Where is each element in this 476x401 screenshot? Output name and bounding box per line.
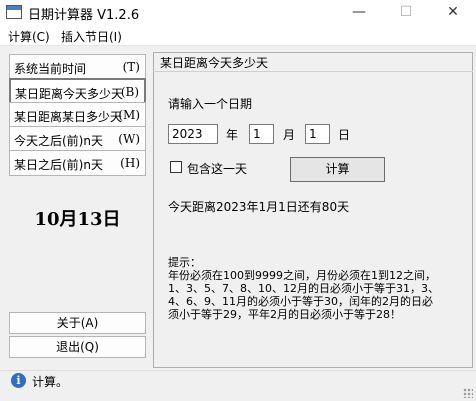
nav-n-days-from-today-button[interactable]: 今天之后(前)n天 (W) (9, 126, 146, 152)
window-title: 日期计算器 V1.2.6 (28, 8, 140, 23)
panel-title: 某日距离今天多少天 (158, 54, 271, 71)
nav-date-to-today-button[interactable]: 某日距离今天多少天 (B) (9, 78, 146, 104)
year-input[interactable]: 2023 (168, 124, 218, 144)
menu-insert-holiday[interactable]: 插入节日(I) (61, 28, 122, 45)
nav-label: 某日距离某日多少天 (14, 110, 123, 124)
nav-shortcut: (H) (120, 156, 140, 170)
status-bar (0, 370, 476, 401)
hint-line: 年份必须在100到9999之间，月份必须在1到12之间， (168, 269, 436, 282)
close-icon[interactable]: ✕ (430, 0, 476, 24)
menu-calculate[interactable]: 计算(C) (8, 28, 50, 45)
exit-button[interactable]: 退出(Q) (9, 336, 146, 358)
nav-label: 某日之后(前)n天 (14, 158, 103, 172)
nav-label: 系统当前时间 (14, 62, 87, 76)
hint-line: 须小于等于29，平年2月的日必须小于等于28！ (168, 308, 401, 321)
calculate-button[interactable]: 计算 (290, 157, 385, 182)
today-date-display: 10月13日 (34, 209, 121, 230)
nav-shortcut: (W) (118, 132, 140, 146)
include-day-label: 包含这一天 (187, 162, 248, 176)
result-text: 今天距离2023年1月1日还有80天 (168, 200, 350, 214)
month-input[interactable]: 1 (249, 124, 274, 144)
nav-shortcut: (B) (120, 85, 139, 99)
hint-line: 4、6、9、11月的必须小于等于30，闰年的2月的日必 (168, 295, 433, 308)
about-button[interactable]: 关于(A) (9, 312, 146, 334)
nav-current-time-button[interactable]: 系统当前时间 (T) (9, 54, 146, 80)
include-day-checkbox[interactable] (170, 161, 182, 173)
nav-date-to-date-button[interactable]: 某日距离某日多少天 (M) (9, 102, 146, 128)
nav-shortcut: (M) (118, 108, 140, 122)
nav-shortcut: (T) (122, 60, 140, 74)
day-input[interactable]: 1 (305, 124, 330, 144)
nav-label: 今天之后(前)n天 (14, 134, 103, 148)
panel-divider (153, 71, 473, 72)
hint-line: 1、3、5、7、8、10、12月的日必须小于等于31，3、 (168, 282, 439, 295)
status-text: 计算。 (32, 375, 69, 389)
calendar-app-icon (6, 5, 22, 19)
day-unit-label: 日 (338, 128, 351, 142)
maximize-icon[interactable]: ☐ (383, 0, 429, 24)
info-icon: i (11, 373, 26, 388)
minimize-icon[interactable]: — (336, 0, 382, 24)
year-unit-label: 年 (226, 128, 239, 142)
month-unit-label: 月 (283, 128, 296, 142)
resize-grip-icon[interactable] (463, 388, 473, 398)
nav-n-days-from-date-button[interactable]: 某日之后(前)n天 (H) (9, 150, 146, 176)
date-prompt: 请输入一个日期 (168, 97, 253, 111)
hint-title: 提示： (168, 256, 201, 269)
nav-label: 某日距离今天多少天 (15, 87, 124, 101)
